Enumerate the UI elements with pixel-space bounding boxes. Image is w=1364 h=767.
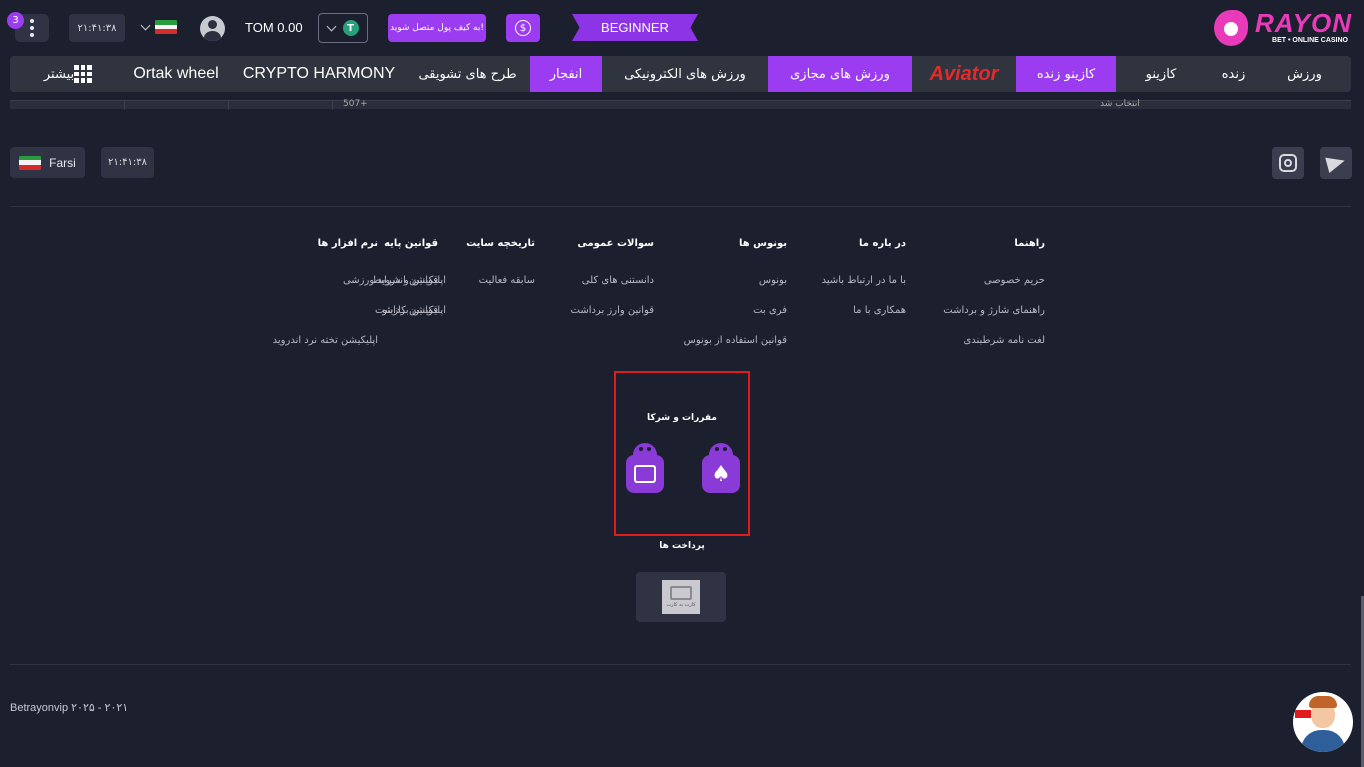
content-strip: 507+ انتخاب شد bbox=[10, 99, 1351, 110]
footer-link[interactable]: لغت نامه شرطبندی bbox=[963, 335, 1045, 346]
language-label: Farsi bbox=[49, 155, 76, 170]
nav-live[interactable]: زنده bbox=[1206, 56, 1261, 92]
telegram-button[interactable] bbox=[1320, 147, 1352, 179]
strip-count: 507+ bbox=[343, 99, 368, 109]
partners-section: مقررات و شرکا ♠ bbox=[614, 371, 750, 536]
instagram-button[interactable] bbox=[1272, 147, 1304, 179]
connect-wallet-button[interactable]: به کیف پول متصل شوید! bbox=[388, 14, 486, 42]
footer-link[interactable]: اپلیکیشن تخته نرد اندروید bbox=[273, 335, 378, 346]
level-badge[interactable]: BEGINNER bbox=[572, 14, 698, 41]
nav-live-casino[interactable]: کازینو زنده bbox=[1016, 56, 1116, 92]
strip-cell bbox=[229, 101, 333, 110]
footer-column-about: در باره ما با ما در ارتباط باشید همکاری … bbox=[806, 238, 906, 316]
footer-link[interactable]: قوانین استفاده از بونوس bbox=[684, 335, 787, 346]
support-agent-icon bbox=[1295, 710, 1311, 718]
logo-mascot-icon bbox=[1214, 10, 1248, 46]
footer-divider bbox=[10, 664, 1351, 665]
nav-more[interactable]: بیشتر bbox=[23, 56, 119, 92]
footer-column-title: در باره ما bbox=[859, 238, 906, 249]
iran-flag-icon bbox=[19, 155, 42, 170]
strip-cell bbox=[125, 101, 229, 110]
site-logo[interactable]: RAYON BET • ONLINE CASINO bbox=[1212, 8, 1352, 50]
chevron-down-icon bbox=[140, 20, 151, 30]
grid-icon bbox=[74, 65, 93, 83]
more-label: بیشتر bbox=[43, 66, 75, 82]
footer-column-bonuses: بونوس ها بونوس فری بت قوانین استفاده از … bbox=[677, 238, 787, 346]
footer-column-title: تاریخچه سایت bbox=[466, 238, 535, 249]
footer-divider bbox=[10, 206, 1351, 207]
nav-ortak-wheel[interactable]: Ortak wheel bbox=[119, 56, 233, 92]
footer-column-guide: راهنما حریم خصوصی راهنمای شارژ و برداشت … bbox=[935, 238, 1045, 346]
payments-title: پرداخت ها bbox=[659, 541, 705, 551]
nav-esports[interactable]: ورزش های الکترونیکی bbox=[602, 56, 768, 92]
payment-label: کارت به کارت bbox=[666, 602, 696, 608]
nav-casino[interactable]: کازینو bbox=[1116, 56, 1206, 92]
strip-label: انتخاب شد bbox=[1100, 99, 1140, 109]
instagram-icon bbox=[1279, 154, 1297, 172]
footer-link[interactable]: اپلیکیشن کازینو bbox=[382, 305, 446, 316]
dollar-icon: $ bbox=[515, 20, 531, 36]
nav-virtual-sports[interactable]: ورزش های مجازی bbox=[768, 56, 912, 92]
casino-app-icon[interactable]: ♠ bbox=[702, 443, 740, 493]
top-bar: 3 ۲۱:۴۱:۳۸ TOM 0.00 T به کیف پول متصل شو… bbox=[0, 0, 1364, 56]
main-nav: ورزش زنده کازینو کازینو زنده Aviator ورز… bbox=[10, 56, 1351, 92]
card-payment-icon: کارت به کارت bbox=[662, 580, 700, 614]
sports-app-icon[interactable] bbox=[626, 443, 664, 493]
footer-link[interactable]: همکاری با ما bbox=[853, 305, 906, 316]
tether-icon: T bbox=[342, 20, 359, 36]
logo-subtitle: BET • ONLINE CASINO bbox=[1272, 37, 1348, 44]
footer-column-history: تاریخچه سایت سابقه فعالیت bbox=[455, 238, 535, 286]
footer-link[interactable]: فری بت bbox=[753, 305, 787, 316]
footer-column-title: نرم افزار ها bbox=[317, 238, 378, 249]
footer-language-selector[interactable]: Farsi bbox=[10, 147, 85, 178]
footer-clock: ۲۱:۴۱:۳۸ bbox=[101, 147, 154, 178]
iran-flag-icon bbox=[155, 20, 177, 34]
footer-link[interactable]: با ما در ارتباط باشید bbox=[822, 275, 906, 286]
footer-link[interactable]: قوانین وارز برداشت bbox=[571, 305, 655, 316]
footer-column-faq: سوالات عمومی دانستنی های کلی قوانین وارز… bbox=[554, 238, 655, 316]
card-to-card-payment[interactable]: کارت به کارت bbox=[636, 572, 726, 622]
footer-link[interactable]: سابقه فعالیت bbox=[479, 275, 535, 286]
clock-display: ۲۱:۴۱:۳۸ bbox=[69, 14, 125, 42]
notification-badge[interactable]: 3 bbox=[7, 12, 24, 29]
footer-link[interactable]: دانستنی های کلی bbox=[582, 275, 654, 286]
vertical-dots-icon bbox=[30, 19, 34, 37]
balance-display: TOM 0.00 bbox=[245, 20, 303, 35]
language-selector[interactable] bbox=[140, 20, 177, 34]
support-chat-button[interactable] bbox=[1293, 692, 1353, 752]
nav-promotions[interactable]: طرح های تشویقی bbox=[405, 56, 530, 92]
user-avatar-icon[interactable] bbox=[200, 16, 225, 41]
footer-column-apps: نرم افزار ها اپلیکیشن اندروید ورزشی اپلی… bbox=[273, 238, 446, 346]
telegram-icon bbox=[1325, 152, 1347, 174]
footer-column-title: سوالات عمومی bbox=[577, 238, 654, 249]
footer-link[interactable]: راهنمای شارژ و برداشت bbox=[943, 305, 1045, 316]
copyright-text: Betrayonvip ۲۰۲۵ - ۲۰۲۱ bbox=[10, 702, 129, 714]
currency-selector[interactable]: T bbox=[318, 13, 368, 43]
nav-crypto-harmony[interactable]: CRYPTO HARMONY bbox=[233, 56, 405, 92]
deposit-button[interactable]: $ bbox=[506, 14, 540, 42]
nav-crash[interactable]: انفجار bbox=[530, 56, 602, 92]
chevron-down-icon bbox=[326, 21, 336, 31]
logo-text: RAYON bbox=[1255, 8, 1352, 38]
nav-sports[interactable]: ورزش bbox=[1261, 56, 1348, 92]
footer-link[interactable]: اپلیکیشن اندروید ورزشی bbox=[343, 275, 446, 286]
footer-column-title: راهنما bbox=[1014, 238, 1045, 249]
footer-column-title: بونوس ها bbox=[738, 238, 787, 249]
footer-link[interactable]: حریم خصوصی bbox=[984, 275, 1045, 286]
partners-title: مقررات و شرکا bbox=[647, 413, 717, 423]
footer-link[interactable]: بونوس bbox=[759, 275, 787, 286]
strip-cell bbox=[10, 101, 125, 110]
nav-aviator[interactable]: Aviator bbox=[912, 56, 1016, 92]
